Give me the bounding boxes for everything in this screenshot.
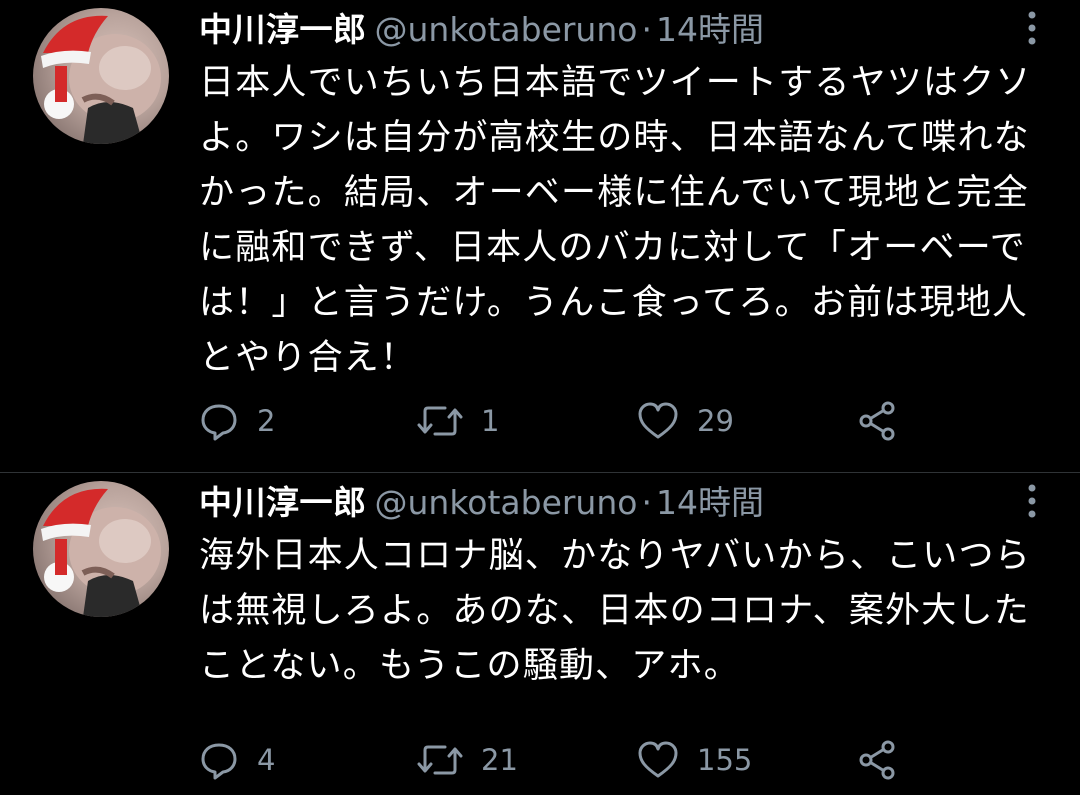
reply-icon bbox=[201, 404, 237, 441]
retweet-icon bbox=[417, 406, 463, 436]
timestamp[interactable]: 14時間 bbox=[656, 10, 764, 49]
like-button[interactable]: 155 bbox=[637, 738, 752, 782]
more-icon[interactable] bbox=[1026, 483, 1038, 519]
handle[interactable]: @unkotaberuno bbox=[375, 10, 638, 49]
retweet-count: 1 bbox=[481, 404, 500, 438]
avatar[interactable] bbox=[33, 481, 169, 617]
tweet-actions: 2 1 29 bbox=[199, 399, 919, 443]
tweet[interactable]: 中川淳一郎 @unkotaberuno · 14時間 海外日本人コロナ脳、かなりヤバい… bbox=[0, 473, 1080, 795]
tweet-actions: 4 21 155 bbox=[199, 738, 919, 782]
like-count: 155 bbox=[697, 743, 753, 777]
tweet-text: 日本人でいちいち日本語でツイートするヤツはクソよ。ワシは自分が高校生の時、日本語… bbox=[199, 63, 1032, 378]
separator-dot: · bbox=[641, 483, 652, 522]
tweet-header: 中川淳一郎 @unkotaberuno · 14時間 bbox=[199, 477, 764, 529]
like-icon bbox=[638, 741, 678, 778]
retweet-button[interactable]: 21 bbox=[417, 738, 518, 782]
retweet-button[interactable]: 1 bbox=[417, 399, 499, 443]
more-icon[interactable] bbox=[1026, 10, 1038, 46]
tweet-text: 海外日本人コロナ脳、かなりヤバいから、こいつらは無視しろよ。あのな、日本のコロナ… bbox=[199, 536, 1031, 686]
handle[interactable]: @unkotaberuno bbox=[375, 483, 638, 522]
share-button[interactable] bbox=[857, 399, 899, 443]
like-count: 29 bbox=[697, 404, 734, 438]
tweet[interactable]: 中川淳一郎 @unkotaberuno · 14時間 日本人でいちいち日本語でツイート… bbox=[0, 0, 1080, 472]
like-icon bbox=[638, 402, 678, 439]
share-button[interactable] bbox=[857, 738, 899, 782]
reply-button[interactable]: 4 bbox=[199, 738, 275, 782]
retweet-icon bbox=[417, 745, 463, 775]
display-name[interactable]: 中川淳一郎 bbox=[199, 483, 367, 522]
santa-hat-avatar-image bbox=[41, 488, 161, 617]
tweet-header: 中川淳一郎 @unkotaberuno · 14時間 bbox=[199, 4, 764, 56]
like-button[interactable]: 29 bbox=[637, 399, 734, 443]
share-icon bbox=[859, 740, 895, 780]
reply-button[interactable]: 2 bbox=[199, 399, 275, 443]
reply-count: 4 bbox=[257, 743, 276, 777]
share-icon bbox=[859, 401, 895, 441]
retweet-count: 21 bbox=[481, 743, 518, 777]
timestamp[interactable]: 14時間 bbox=[656, 483, 764, 522]
avatar[interactable] bbox=[33, 8, 169, 144]
reply-icon bbox=[201, 743, 237, 780]
separator-dot: · bbox=[641, 10, 652, 49]
display-name[interactable]: 中川淳一郎 bbox=[199, 10, 367, 49]
reply-count: 2 bbox=[257, 404, 276, 438]
santa-hat-avatar-image bbox=[41, 15, 161, 144]
